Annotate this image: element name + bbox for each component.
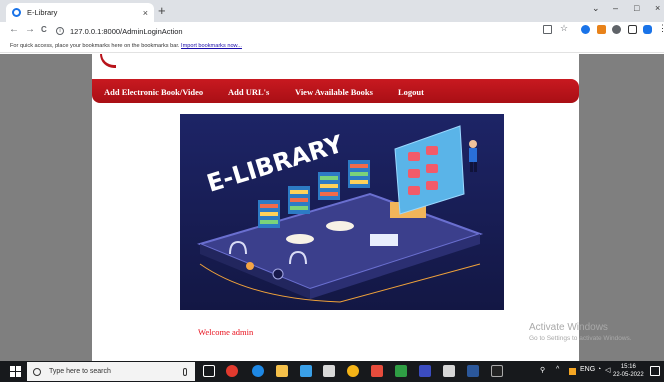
maximize-button[interactable]: □ xyxy=(634,3,639,13)
nav-view-books[interactable]: View Available Books xyxy=(295,87,373,97)
activate-windows-watermark: Activate Windows Go to Settings to activ… xyxy=(529,322,632,342)
volume-icon[interactable]: ◁ xyxy=(605,366,610,374)
tray-language[interactable]: ENG xyxy=(580,366,595,373)
menu-icon[interactable]: ⋮ xyxy=(658,23,664,33)
taskbar-clock[interactable]: 15:16 22-05-2022 xyxy=(613,363,644,379)
chevron-down-icon[interactable]: ⌄ xyxy=(592,3,600,14)
puzzle-icon[interactable] xyxy=(612,25,621,34)
start-button[interactable] xyxy=(10,366,21,377)
app-icon-grey[interactable] xyxy=(443,365,455,377)
bookmarks-bar: For quick access, place your bookmarks h… xyxy=(0,40,664,53)
site-logo xyxy=(100,54,116,68)
wifi-icon[interactable]: ◔ xyxy=(597,366,601,373)
terminal-icon[interactable] xyxy=(491,365,503,377)
reload-button[interactable]: C xyxy=(41,25,47,34)
e-library-illustration: E-LIBRARY xyxy=(180,114,504,310)
new-tab-button[interactable]: + xyxy=(158,4,166,18)
watermark-title: Activate Windows xyxy=(529,322,608,333)
minimize-button[interactable]: – xyxy=(613,3,618,13)
edge-icon[interactable] xyxy=(252,365,264,377)
bookmark-star-icon[interactable]: ☆ xyxy=(560,23,569,33)
file-explorer-icon[interactable] xyxy=(276,365,288,377)
url-text[interactable]: 127.0.0.1:8000/AdminLoginAction xyxy=(70,27,183,36)
share-icon[interactable] xyxy=(543,25,552,34)
taskbar-search[interactable]: Type here to search xyxy=(27,362,195,381)
nav-add-urls[interactable]: Add URL's xyxy=(228,87,269,97)
metamask-icon[interactable] xyxy=(597,25,606,34)
app-icon-navy[interactable] xyxy=(419,365,431,377)
back-button[interactable]: ← xyxy=(9,24,19,35)
search-icon xyxy=(33,367,41,376)
app-icon-blue[interactable] xyxy=(300,365,312,377)
browser-tab[interactable]: E-Library × xyxy=(6,3,154,22)
tab-title: E-Library xyxy=(27,8,58,17)
task-view-icon[interactable] xyxy=(203,365,215,377)
main-navbar: Add Electronic Book/Video Add URL's View… xyxy=(92,79,579,103)
page-container: Add Electronic Book/Video Add URL's View… xyxy=(92,54,579,361)
sidepanel-icon[interactable] xyxy=(628,25,637,34)
welcome-message: Welcome admin xyxy=(198,327,254,337)
page-viewport: Add Electronic Book/Video Add URL's View… xyxy=(0,54,664,361)
address-bar[interactable]: i 127.0.0.1:8000/AdminLoginAction xyxy=(56,24,576,38)
tray-app-icon[interactable] xyxy=(569,368,576,375)
windows-taskbar: Type here to search ⚲ ^ ENG ◔ ◁ 15:16 22… xyxy=(0,361,664,382)
word-icon[interactable] xyxy=(467,365,479,377)
forward-button[interactable]: → xyxy=(25,24,35,35)
extension-icon[interactable] xyxy=(581,25,590,34)
watermark-subtitle: Go to Settings to activate Windows. xyxy=(529,335,632,342)
site-favicon-icon xyxy=(12,8,21,17)
clock-time: 15:16 xyxy=(620,364,636,370)
tab-close-icon[interactable]: × xyxy=(143,8,148,18)
microphone-icon[interactable] xyxy=(183,367,187,376)
app-icon-orange[interactable] xyxy=(371,365,383,377)
close-window-button[interactable]: × xyxy=(655,3,660,13)
nav-add-ebook-video[interactable]: Add Electronic Book/Video xyxy=(104,87,203,97)
chrome-icon[interactable] xyxy=(347,365,359,377)
import-bookmarks-link[interactable]: Import bookmarks now... xyxy=(181,43,242,49)
notifications-icon[interactable] xyxy=(650,366,660,376)
app-icon-red[interactable] xyxy=(226,365,238,377)
app-icon-green[interactable] xyxy=(395,365,407,377)
browser-toolbar: ← → C i 127.0.0.1:8000/AdminLoginAction … xyxy=(0,22,664,40)
taskbar-search-placeholder[interactable]: Type here to search xyxy=(49,368,183,375)
tray-chevron-icon[interactable]: ^ xyxy=(556,366,559,373)
browser-tabstrip: E-Library × + ⌄ – □ × xyxy=(0,0,664,22)
bookmarks-hint: For quick access, place your bookmarks h… xyxy=(10,43,180,49)
site-info-icon[interactable]: i xyxy=(56,27,64,35)
store-icon[interactable] xyxy=(323,365,335,377)
shield-icon[interactable] xyxy=(643,25,652,34)
people-icon[interactable]: ⚲ xyxy=(540,366,545,374)
clock-date: 22-05-2022 xyxy=(613,372,644,378)
hero-illustration: E-LIBRARY xyxy=(180,114,504,310)
nav-logout[interactable]: Logout xyxy=(398,87,424,97)
